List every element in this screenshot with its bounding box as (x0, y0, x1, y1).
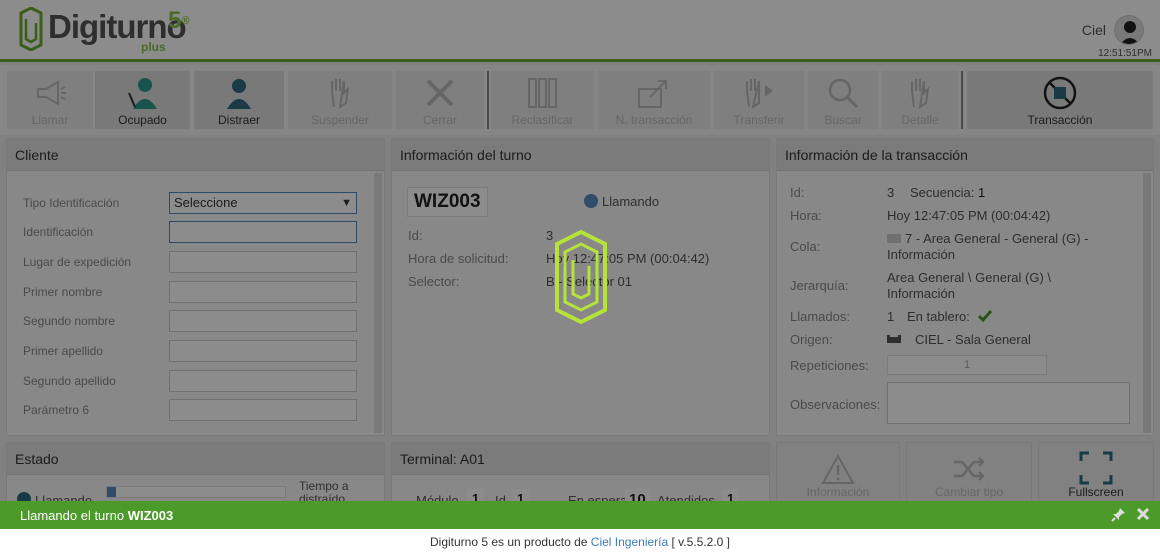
status-bar: Llamando el turno WIZ003 (0, 501, 1160, 529)
loading-logo-icon (555, 230, 607, 324)
page-footer: Digiturno 5 es un producto de Ciel Ingen… (0, 529, 1160, 554)
close-icon[interactable] (1136, 507, 1150, 521)
status-code: WIZ003 (127, 508, 174, 523)
status-prefix: Llamando el turno (20, 508, 125, 523)
pin-icon[interactable] (1111, 507, 1126, 522)
app-root: Digiturno 5® plus Ciel 12:51:51PM Llamar… (0, 0, 1160, 554)
footer-text: Digiturno 5 es un producto de (430, 535, 588, 549)
status-bar-actions (1111, 507, 1150, 522)
footer-version: [ v.5.5.2.0 ] (671, 535, 730, 549)
footer-link[interactable]: Ciel Ingeniería (591, 535, 668, 549)
